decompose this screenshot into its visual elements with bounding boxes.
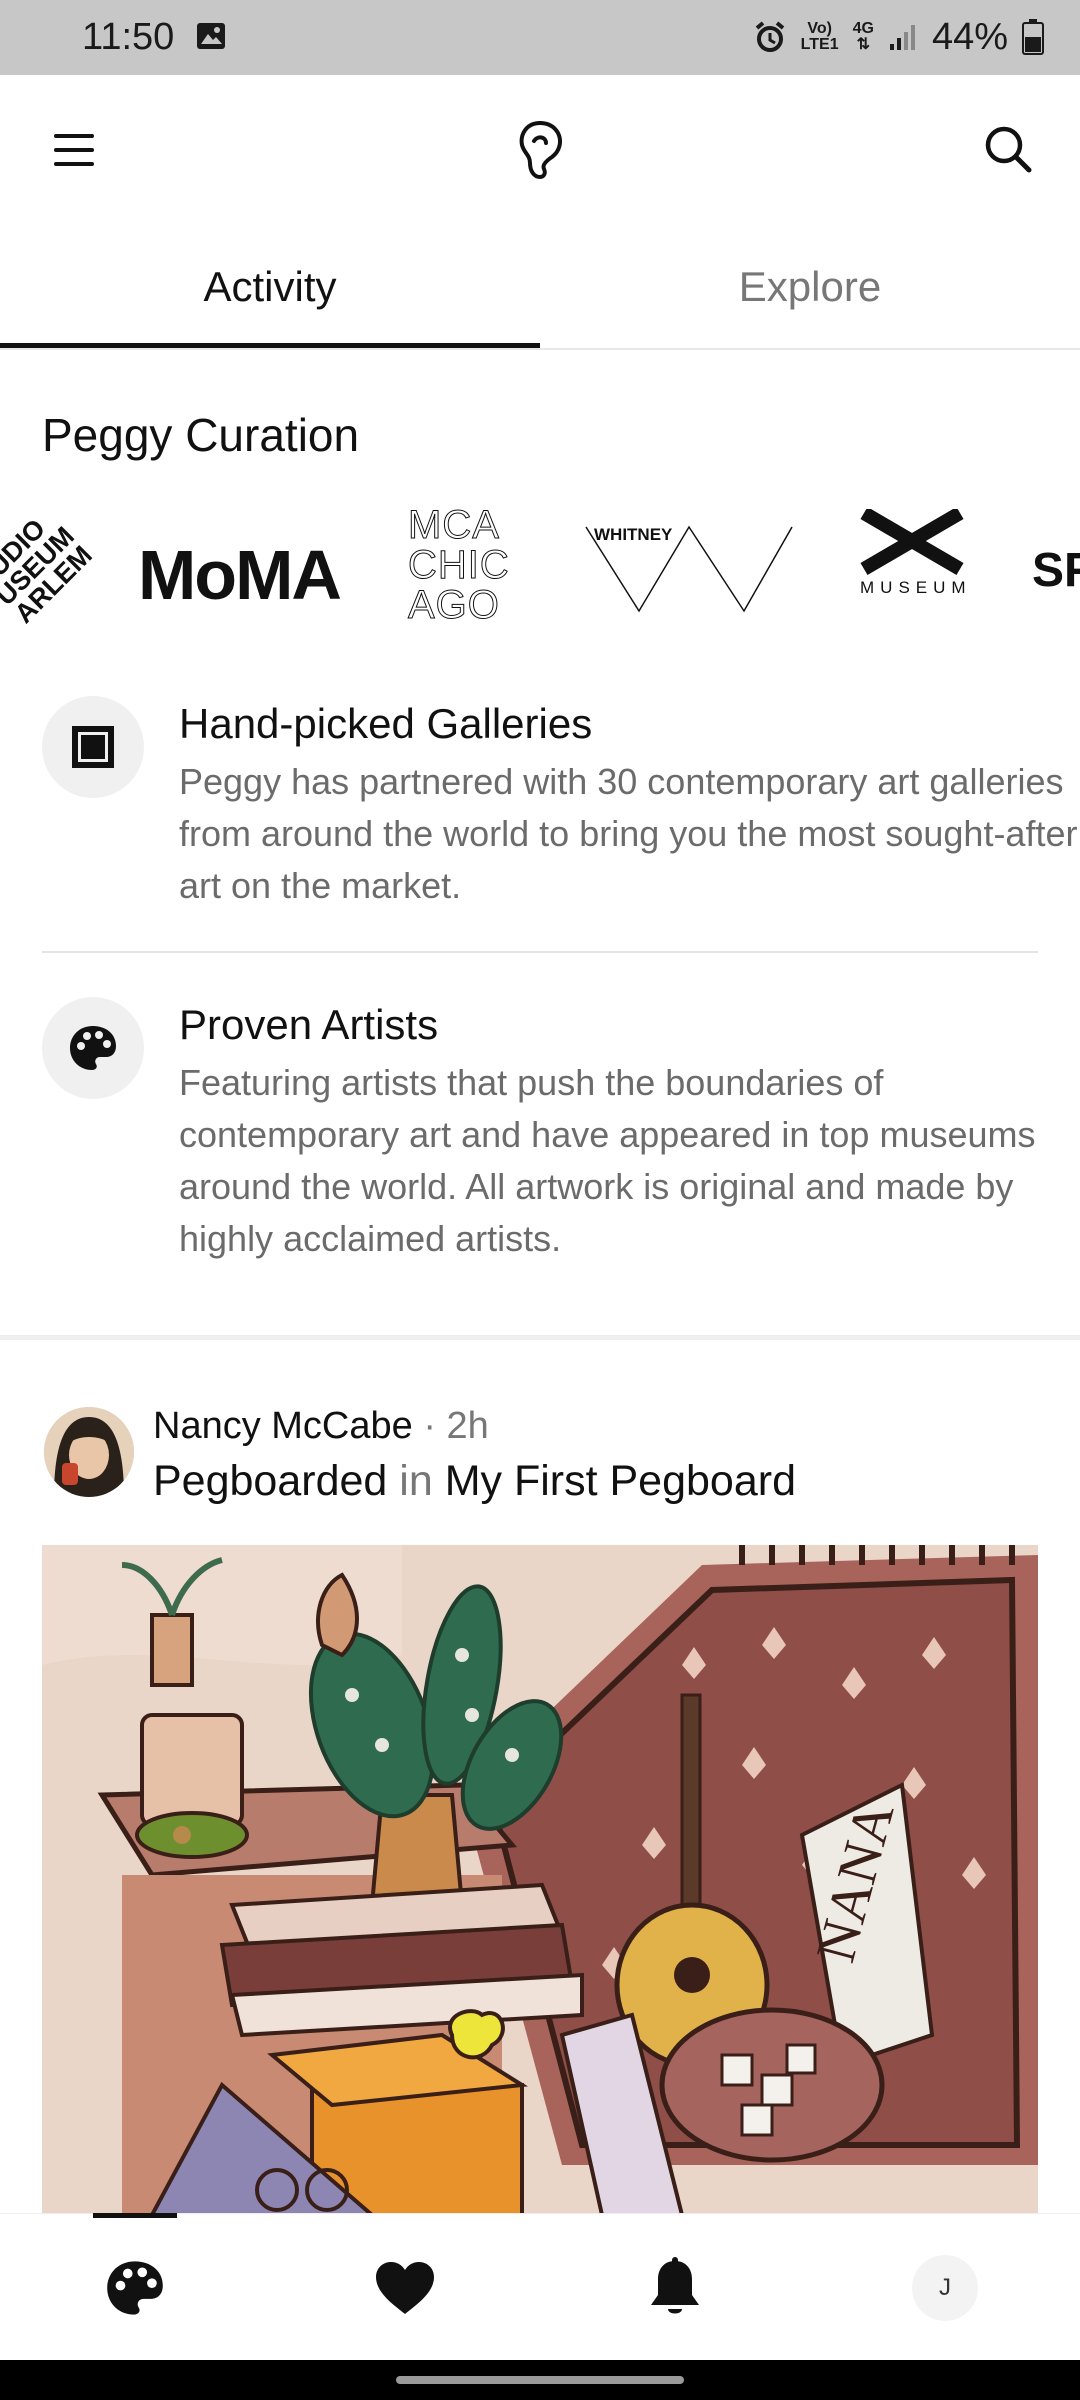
post-username[interactable]: Nancy McCabe	[153, 1405, 413, 1447]
feature-proven-artists: Proven Artists Featuring artists that pu…	[42, 997, 1038, 1277]
palette-icon	[107, 2260, 163, 2315]
nav-profile[interactable]: J	[885, 2214, 1005, 2361]
hamburger-menu-icon[interactable]	[44, 120, 104, 180]
gallery-frame-icon	[42, 696, 144, 798]
battery-icon	[1022, 19, 1044, 55]
feature-hand-picked-galleries: Hand-picked Galleries Peggy has partnere…	[42, 696, 1077, 916]
section-separator	[0, 1335, 1080, 1340]
app-header	[0, 75, 1080, 225]
post-action: Pegboarded	[153, 1457, 388, 1505]
bell-icon	[651, 2256, 699, 2313]
bottom-navigation: J	[0, 2213, 1080, 2361]
sf-museum-logo: SF	[1032, 544, 1080, 597]
nav-favorites[interactable]	[345, 2214, 465, 2361]
heart-icon	[376, 2261, 434, 2314]
whitney-logo: WHITNEY	[584, 525, 794, 615]
post-in-word: in	[387, 1457, 445, 1505]
search-icon[interactable]	[978, 119, 1038, 179]
museum-logo-strip[interactable]: UDIO USEUM ARLEM MoMA MCA CHIC AGO WHITN…	[0, 495, 1080, 645]
status-bar: 11:50 Vo) LTE1 4G ⇅ 44%	[0, 0, 1080, 75]
network-type-label: 4G ⇅	[852, 20, 874, 53]
moma-logo: MoMA	[138, 536, 342, 614]
post-artwork-image[interactable]: NANA	[42, 1545, 1038, 2215]
status-right-group: Vo) LTE1 4G ⇅ 44%	[753, 14, 1044, 60]
section-title: Peggy Curation	[42, 409, 360, 461]
active-nav-indicator	[93, 2213, 177, 2218]
peggy-logo-icon[interactable]	[510, 117, 570, 183]
post-header-user: Nancy McCabe · 2h	[153, 1405, 489, 1448]
feature-title: Proven Artists	[179, 1001, 439, 1048]
post-time: · 2h	[412, 1405, 489, 1447]
nav-palette[interactable]	[75, 2214, 195, 2361]
status-time: 11:50	[82, 16, 175, 58]
battery-percent: 44%	[931, 15, 1008, 58]
avatar[interactable]	[44, 1407, 134, 1497]
image-notification-icon	[197, 23, 225, 49]
active-tab-indicator	[0, 343, 540, 348]
profile-avatar: J	[912, 2254, 978, 2321]
alarm-icon	[755, 21, 784, 52]
home-gesture-handle[interactable]	[396, 2376, 684, 2384]
studio-museum-harlem-logo: UDIO USEUM ARLEM	[0, 513, 98, 629]
feature-description: Peggy has partnered with 30 contemporary…	[179, 761, 1078, 906]
tab-explore[interactable]: Explore	[540, 225, 1080, 348]
mca-chicago-logo: MCA CHIC AGO	[408, 503, 510, 627]
museum-x-logo: MUSEUM	[860, 506, 966, 639]
tab-bar: Activity Explore	[0, 225, 1080, 350]
post-board-link[interactable]: My First Pegboard	[445, 1457, 796, 1505]
profile-initial: J	[939, 2273, 951, 2301]
signal-icon	[889, 25, 915, 50]
feature-description: Featuring artists that push the boundari…	[179, 1062, 1036, 1259]
palette-icon	[42, 997, 144, 1099]
post-action-line: Pegboarded in My First Pegboard	[153, 1457, 796, 1506]
network-volte-label: Vo) LTE1	[800, 20, 839, 53]
tab-activity[interactable]: Activity	[0, 225, 540, 348]
nav-notifications[interactable]	[615, 2214, 735, 2361]
feature-title: Hand-picked Galleries	[179, 700, 593, 747]
divider	[42, 951, 1038, 953]
